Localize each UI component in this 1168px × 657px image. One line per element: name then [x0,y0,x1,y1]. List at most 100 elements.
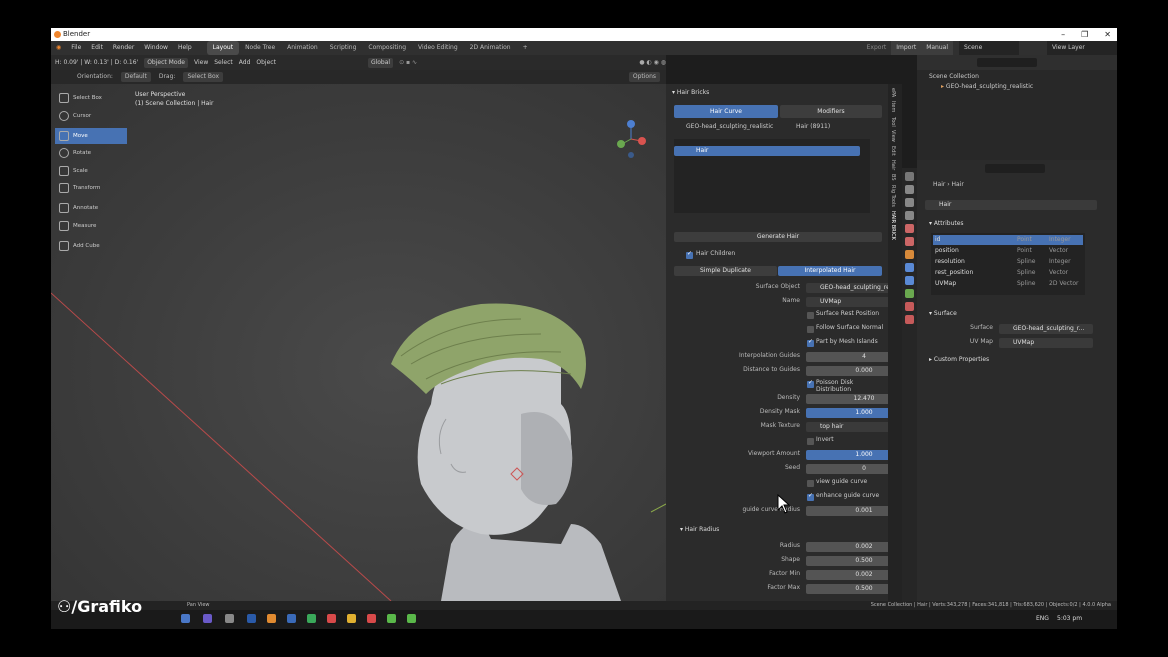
tool-annotate[interactable]: Annotate [55,200,127,216]
outliner-search-input[interactable] [977,58,1037,67]
taskbar-app-icon[interactable] [367,614,376,623]
taskbar-app-icon[interactable] [225,614,234,623]
head-model[interactable] [371,294,666,601]
tool-measure[interactable]: Measure [55,218,127,234]
view-guide-checkbox[interactable] [807,480,814,487]
export-button[interactable]: Export [862,41,892,55]
minimize-button[interactable]: – [1061,28,1065,41]
attribute-row[interactable]: rest_position Spline Vector [933,268,1083,278]
language-indicator[interactable]: ENG [1036,615,1049,622]
taskbar-app-icon[interactable] [407,614,416,623]
tab-rig-tools[interactable]: Rig Tools [890,185,896,207]
menu-edit[interactable]: Edit [86,41,108,55]
tool-cursor[interactable]: Cursor [55,108,127,124]
tool-transform[interactable]: Transform [55,180,127,196]
world-props-icon[interactable] [905,237,914,246]
object-menu[interactable]: Object [256,55,276,70]
modifier-props-icon[interactable] [905,263,914,272]
physics-props-icon[interactable] [905,276,914,285]
surface-field[interactable]: GEO-head_sculpting_r... [999,324,1093,334]
tab-modifiers[interactable]: Modifiers [780,105,882,118]
import-button[interactable]: Import [891,41,922,55]
orientation-default-dropdown[interactable]: Default [120,72,151,82]
tab-view[interactable]: View [890,130,896,142]
tab-edit[interactable]: Edit [890,146,896,156]
list-item-hair[interactable]: Hair [674,146,860,156]
shading-icons[interactable]: ● ◐ ◉ ◍ [639,55,666,70]
close-button[interactable]: ✕ [1104,28,1111,41]
options-dropdown[interactable]: Options [628,72,660,82]
attributes-header[interactable]: ▾ Attributes [929,220,964,227]
tab-epa[interactable]: ePA [890,88,896,97]
drag-dropdown[interactable]: Select Box [183,72,224,82]
taskbar-app-icon[interactable] [327,614,336,623]
blender-menu-icon[interactable]: ◉ [51,41,66,55]
tool-scale[interactable]: Scale [55,163,127,179]
tab-hair-curve[interactable]: Hair Curve [674,105,778,118]
poisson-checkbox[interactable] [807,379,814,388]
navigation-gizmo-icon[interactable] [616,119,646,159]
custom-properties-header[interactable]: ▸ Custom Properties [929,356,989,363]
tool-rotate[interactable]: Rotate [55,145,127,161]
tab-video-editing[interactable]: Video Editing [412,41,464,55]
scene-selector[interactable]: Scene [959,41,1019,55]
tab-2d-animation[interactable]: 2D Animation [464,41,517,55]
taskbar-app-icon[interactable] [387,614,396,623]
view-layer-props-icon[interactable] [905,211,914,220]
menu-file[interactable]: File [66,41,86,55]
attribute-row[interactable]: UVMap Spline 2D Vector [933,279,1083,289]
taskbar-app-icon[interactable] [203,614,212,623]
taskbar-blender-icon[interactable] [267,614,276,623]
menu-help[interactable]: Help [173,41,197,55]
taskbar-app-icon[interactable] [287,614,296,623]
tab-layout[interactable]: Layout [206,41,240,55]
render-props-icon[interactable] [905,185,914,194]
view-layer-selector[interactable]: View Layer [1047,41,1117,55]
part-islands-checkbox[interactable] [807,338,814,347]
tab-animation[interactable]: Animation [281,41,324,55]
tab-bs[interactable]: BS [890,174,896,181]
object-props-icon[interactable] [905,250,914,259]
tab-hair-brick[interactable]: HAIR BRICK [890,211,896,240]
texture-props-icon[interactable] [905,315,914,324]
taskbar-app-icon[interactable] [181,614,190,623]
snap-icon[interactable]: ⊙ ▪ ∿ [399,55,417,70]
taskbar-app-icon[interactable] [347,614,356,623]
invert-checkbox[interactable] [807,438,814,445]
hair-children-checkbox[interactable] [686,250,693,259]
tab-node-tree[interactable]: Node Tree [239,41,281,55]
scene-props-icon[interactable] [905,224,914,233]
select-menu[interactable]: Select [214,55,233,70]
data-props-icon[interactable] [905,289,914,298]
tab-scripting[interactable]: Scripting [324,41,363,55]
follow-normal-checkbox[interactable] [807,326,814,333]
material-props-icon[interactable] [905,302,914,311]
tab-tool[interactable]: Tool [890,117,896,127]
attribute-row[interactable]: resolution Spline Integer [933,257,1083,267]
uvmap-field[interactable]: UVMap [999,338,1093,348]
3d-viewport[interactable]: Select Box Cursor Move Rotate Scale Tran… [51,84,666,601]
view-menu[interactable]: View [194,55,208,70]
taskbar-app-icon[interactable] [307,614,316,623]
tool-add-cube[interactable]: Add Cube [55,238,127,254]
tab-compositing[interactable]: Compositing [362,41,412,55]
add-menu[interactable]: Add [239,55,251,70]
menu-window[interactable]: Window [139,41,173,55]
add-workspace-button[interactable]: + [517,41,534,55]
mode-selector[interactable]: Object Mode [144,57,188,68]
scene-collection-item[interactable]: Scene Collection [929,73,979,80]
simple-duplicate-button[interactable]: Simple Duplicate [674,266,777,276]
tab-item[interactable]: Item [890,101,896,112]
hair-bricks-header[interactable]: ▾ Hair Bricks [672,89,709,96]
clock[interactable]: 5:03 pm [1057,615,1082,622]
surface-header[interactable]: ▾ Surface [929,310,957,317]
properties-search-input[interactable] [985,164,1045,173]
enhance-guide-checkbox[interactable] [807,492,814,501]
attribute-row[interactable]: id Point Integer [933,235,1083,245]
maximize-button[interactable]: ❐ [1081,28,1088,41]
taskbar-app-icon[interactable] [247,614,256,623]
hair-data-name-field[interactable]: Hair [925,200,1097,210]
tool-select-box[interactable]: Select Box [55,90,127,106]
interpolated-hair-button[interactable]: Interpolated Hair [778,266,882,276]
output-props-icon[interactable] [905,198,914,207]
